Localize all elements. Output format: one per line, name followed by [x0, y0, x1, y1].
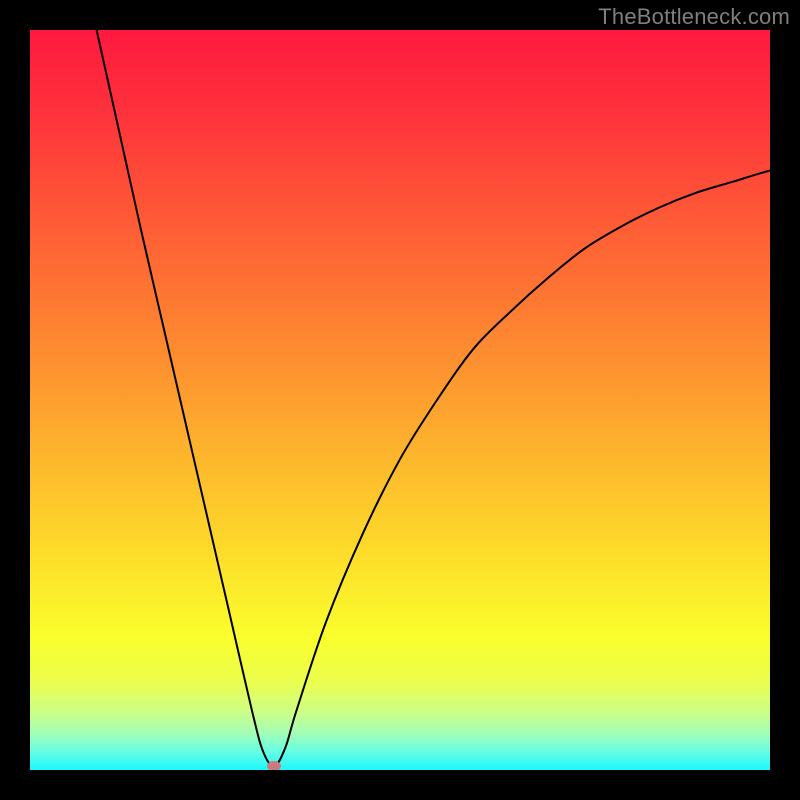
bottleneck-curve: [97, 30, 770, 766]
chart-frame: TheBottleneck.com: [0, 0, 800, 800]
watermark-text: TheBottleneck.com: [598, 4, 790, 30]
minimum-marker: [267, 761, 281, 770]
curve-svg: [30, 30, 770, 770]
plot-area: [30, 30, 770, 770]
